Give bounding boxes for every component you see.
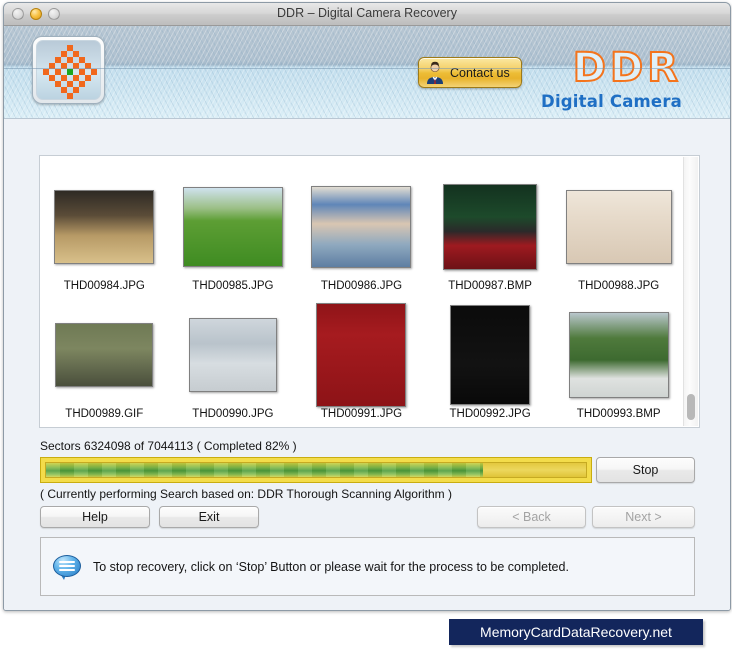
progress-bar: [40, 457, 592, 483]
thumbnail-image[interactable]: [565, 190, 672, 264]
thumbnail-image-wrap: [54, 181, 155, 273]
thumbnail-item[interactable]: THD00993.BMP: [554, 292, 683, 420]
app-icon-button[interactable]: [32, 36, 105, 104]
brand-subtitle: Digital Camera: [541, 92, 682, 111]
thumbnail-image[interactable]: [443, 184, 538, 270]
site-watermark: MemoryCardDataRecovery.net: [449, 619, 703, 645]
thumbnail-image-wrap: [311, 181, 412, 273]
icon-cell: [79, 81, 85, 87]
thumbnail-filename: THD00990.JPG: [192, 408, 274, 420]
thumbnail-filename: THD00992.JPG: [449, 408, 531, 420]
thumbnail-filename: THD00987.BMP: [448, 280, 532, 292]
header-banner: Contact us DDR Digital Camera: [4, 26, 730, 119]
thumbnail-item[interactable]: THD00985.JPG: [169, 164, 298, 292]
thumbnail-item[interactable]: THD00987.BMP: [426, 164, 555, 292]
progress-fill: [46, 463, 484, 477]
icon-cell: [91, 69, 97, 75]
recovered-files-panel: THD00984.JPG THD00985.JPG THD00986.JPG THD0…: [39, 155, 700, 428]
info-message-text: To stop recovery, click on ‘Stop’ Button…: [93, 559, 569, 574]
main-content: THD00984.JPG THD00985.JPG THD00986.JPG THD0…: [4, 119, 730, 610]
application-window: DDR – Digital Camera Recovery Contact us…: [3, 2, 731, 611]
thumbnail-filename: THD00988.JPG: [578, 280, 660, 292]
thumbnail-image-wrap: [450, 305, 531, 405]
speech-bubble-icon: [53, 554, 81, 580]
thumbnail-row: THD00989.GIF THD00990.JPG THD00991.JPG THD0…: [40, 292, 683, 420]
thumbnail-item[interactable]: THD00992.JPG: [426, 292, 555, 420]
thumbnail-image[interactable]: [54, 190, 155, 264]
thumbnail-image-wrap: [316, 303, 407, 407]
thumbnail-item[interactable]: THD00986.JPG: [297, 164, 426, 292]
help-button[interactable]: Help: [40, 506, 150, 528]
thumbnail-filename: THD00989.GIF: [65, 408, 144, 420]
thumbnail-image[interactable]: [316, 303, 407, 407]
thumbnail-filename: THD00986.JPG: [320, 280, 403, 292]
thumbnail-grid: THD00984.JPG THD00985.JPG THD00986.JPG THD0…: [40, 164, 683, 420]
person-icon: [423, 61, 447, 85]
icon-cell: [73, 63, 79, 69]
thumbnail-image-wrap: [568, 309, 669, 401]
contact-us-button[interactable]: Contact us: [418, 57, 522, 88]
thumbnail-item[interactable]: THD00991.JPG: [297, 292, 426, 420]
thumbnail-image-wrap: [182, 181, 283, 273]
info-message-box: To stop recovery, click on ‘Stop’ Button…: [40, 537, 695, 596]
screenshot-root: DDR – Digital Camera Recovery Contact us…: [0, 0, 732, 649]
thumbnail-item[interactable]: THD00990.JPG: [169, 292, 298, 420]
title-bar: DDR – Digital Camera Recovery: [4, 3, 730, 26]
thumbnail-image[interactable]: [311, 186, 412, 268]
thumbnail-image[interactable]: [55, 323, 154, 387]
exit-button[interactable]: Exit: [159, 506, 259, 528]
thumbnail-image-wrap: [55, 309, 154, 401]
back-button[interactable]: < Back: [477, 506, 586, 528]
thumbnail-image[interactable]: [568, 312, 669, 398]
stop-button[interactable]: Stop: [596, 457, 695, 483]
icon-cell: [73, 87, 79, 93]
thumbnail-image[interactable]: [188, 318, 277, 392]
thumbnail-item[interactable]: THD00989.GIF: [40, 292, 169, 420]
thumbnail-scrollbar[interactable]: [683, 157, 698, 426]
thumbnail-image-wrap: [188, 309, 277, 401]
progress-track: [45, 462, 587, 478]
sector-progress-label: Sectors 6324098 of 7044113 ( Completed 8…: [40, 439, 297, 453]
thumbnail-filename: THD00984.JPG: [63, 280, 145, 292]
thumbnail-filename: THD00993.BMP: [576, 408, 661, 420]
thumbnail-image-wrap: [565, 181, 672, 273]
scan-status-label: ( Currently performing Search based on: …: [40, 487, 452, 501]
thumbnail-item[interactable]: THD00984.JPG: [40, 164, 169, 292]
icon-cell: [85, 63, 91, 69]
next-button[interactable]: Next >: [592, 506, 695, 528]
brand-title: DDR: [572, 45, 682, 91]
scrollbar-thumb[interactable]: [687, 394, 695, 420]
thumbnail-image[interactable]: [182, 187, 283, 267]
icon-cell: [85, 75, 91, 81]
thumbnail-row: THD00984.JPG THD00985.JPG THD00986.JPG THD0…: [40, 164, 683, 292]
window-title: DDR – Digital Camera Recovery: [277, 6, 457, 20]
thumbnail-filename: THD00991.JPG: [320, 408, 403, 420]
icon-cell: [49, 63, 55, 69]
contact-us-label: Contact us: [450, 65, 510, 80]
thumbnail-filename: THD00985.JPG: [192, 280, 274, 292]
thumbnail-image[interactable]: [450, 305, 531, 405]
thumbnail-image-wrap: [443, 181, 538, 273]
icon-cell: [61, 63, 67, 69]
thumbnail-item[interactable]: THD00988.JPG: [554, 164, 683, 292]
checkered-flower-icon: [36, 40, 101, 100]
watermark-text: MemoryCardDataRecovery.net: [480, 624, 672, 640]
icon-cell: [67, 93, 73, 99]
